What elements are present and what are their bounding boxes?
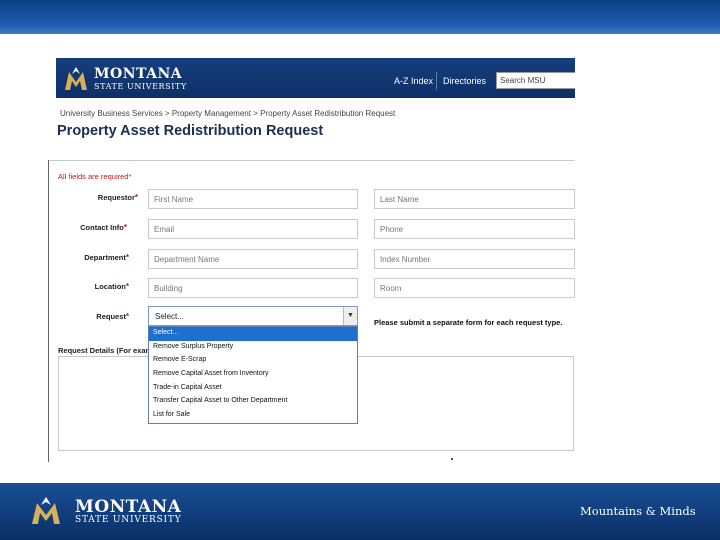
page-title: Property Asset Redistribution Request	[57, 123, 324, 139]
breadcrumb[interactable]: University Business Services > Property …	[60, 109, 395, 118]
search-input[interactable]: Search MSU	[496, 72, 575, 89]
nav-az-index[interactable]: A-Z Index	[394, 76, 433, 86]
msu-logo-icon	[32, 497, 60, 524]
form-border	[48, 160, 49, 462]
request-details-label: Request Details (For exampl	[58, 346, 159, 355]
footer-brand-line1: MONTANA	[75, 497, 182, 517]
last-name-field[interactable]: Last Name	[374, 189, 575, 209]
requestor-label: Requestor*	[97, 193, 138, 202]
slide: MONTANA STATE UNIVERSITY A-Z Index Direc…	[0, 0, 720, 540]
screenshot-frame: MONTANA STATE UNIVERSITY A-Z Index Direc…	[48, 56, 575, 466]
header-brand-line2: STATE UNIVERSITY	[94, 82, 187, 91]
header-brand-line1: MONTANA	[94, 66, 183, 82]
form-divider	[49, 160, 575, 161]
nav-directories[interactable]: Directories	[443, 76, 486, 86]
request-select-value: Select...	[155, 312, 184, 321]
footer-brand-line2: STATE UNIVERSITY	[75, 515, 182, 525]
request-type-note: Please submit a separate form for each r…	[374, 318, 563, 327]
resize-handle	[451, 458, 453, 460]
dropdown-option[interactable]: Transfer Capital Asset to Other Departme…	[149, 395, 357, 409]
first-name-field[interactable]: First Name	[148, 189, 358, 209]
nav-divider	[436, 72, 437, 90]
dropdown-option[interactable]: Select...	[149, 327, 357, 341]
dropdown-option[interactable]: List for Sale	[149, 409, 357, 423]
site-header: MONTANA STATE UNIVERSITY A-Z Index Direc…	[56, 58, 575, 98]
dropdown-option[interactable]: Remove Capital Asset from Inventory	[149, 368, 357, 382]
phone-field[interactable]: Phone	[374, 219, 575, 239]
request-label: Request*	[96, 312, 129, 321]
department-label: Department*	[84, 253, 129, 262]
request-type-select[interactable]: Select... ▼	[148, 306, 358, 326]
required-fields-note: All fields are required*	[58, 172, 132, 181]
chevron-down-icon[interactable]: ▼	[343, 307, 357, 325]
room-field[interactable]: Room	[374, 278, 575, 298]
department-name-field[interactable]: Department Name	[148, 249, 358, 269]
dropdown-option[interactable]: Remove Surplus Property	[149, 341, 357, 355]
footer-tagline: Mountains & Minds	[580, 504, 696, 518]
dropdown-option[interactable]: Remove E-Scrap	[149, 354, 357, 368]
email-field[interactable]: Email	[148, 219, 358, 239]
contact-info-label: Contact Info*	[80, 223, 127, 232]
request-type-dropdown[interactable]: Select... Remove Surplus Property Remove…	[148, 326, 358, 424]
dropdown-option[interactable]: Trade-in Capital Asset	[149, 382, 357, 396]
top-band	[0, 0, 720, 34]
index-number-field[interactable]: Index Number	[374, 249, 575, 269]
location-label: Location*	[94, 282, 129, 291]
building-field[interactable]: Building	[148, 278, 358, 298]
msu-logo-icon[interactable]	[62, 64, 90, 92]
